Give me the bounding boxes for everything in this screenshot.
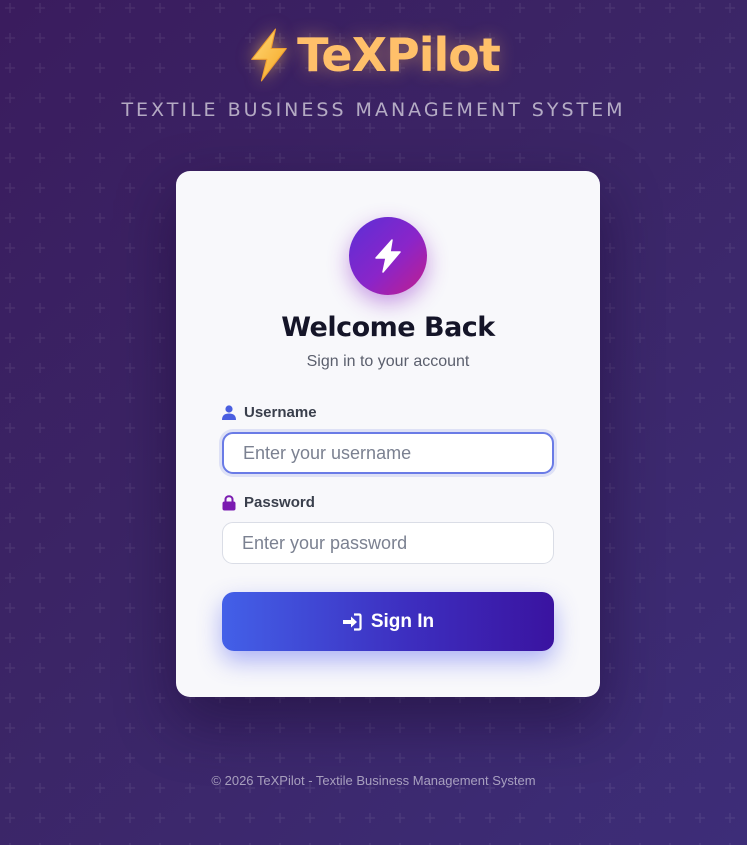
sign-in-icon — [342, 612, 362, 631]
card-logo — [349, 217, 427, 295]
lightning-bolt-icon — [251, 28, 287, 82]
brand-header: TeXPilot — [0, 28, 747, 82]
user-icon — [222, 405, 236, 420]
username-label: Username — [222, 404, 317, 421]
card-subtitle: Sign in to your account — [306, 353, 470, 370]
card-title: Welcome Back — [281, 312, 495, 343]
sign-in-button-label: Sign In — [370, 610, 435, 632]
password-input[interactable] — [222, 522, 554, 564]
sign-in-button[interactable]: Sign In — [222, 592, 554, 651]
password-label: Password — [222, 494, 315, 511]
login-card: Welcome Back Sign in to your account Use… — [176, 171, 600, 697]
lock-icon — [222, 494, 236, 510]
username-label-text: Username — [244, 404, 317, 421]
brand-tagline: TEXTILE BUSINESS MANAGEMENT SYSTEM — [121, 99, 626, 121]
footer-copyright: © 2026 TeXPilot - Textile Business Manag… — [211, 773, 536, 788]
lightning-bolt-icon — [375, 239, 401, 273]
password-label-text: Password — [244, 494, 315, 511]
brand-title: TeXPilot — [297, 28, 501, 82]
username-input[interactable] — [222, 432, 554, 474]
